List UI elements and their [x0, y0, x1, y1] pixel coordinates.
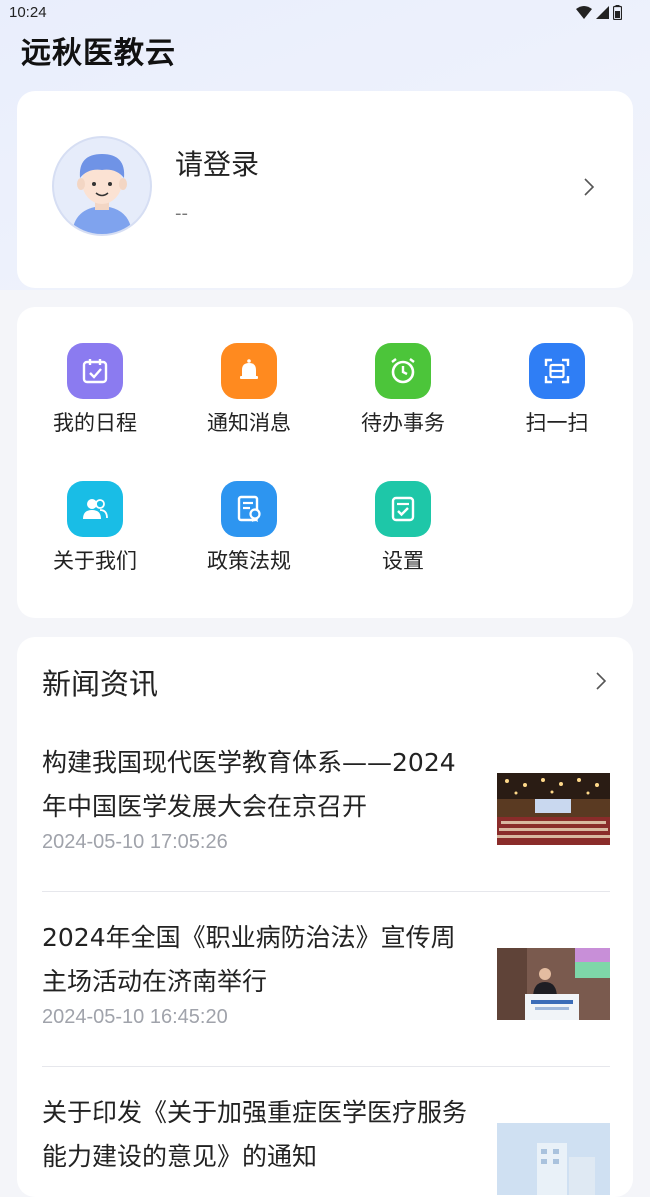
menu-item-todo[interactable]: 待办事务 — [343, 343, 463, 437]
people-icon — [67, 481, 123, 537]
news-thumbnail-hospital[interactable] — [497, 1123, 610, 1195]
news-card: 新闻资讯 构建我国现代医学教育体系——2024年中国医学发展大会在京召开 202… — [17, 637, 633, 1197]
news-headline[interactable]: 关于印发《关于加强重症医学医疗服务能力建设的意见》的通知 — [42, 1091, 472, 1179]
news-item[interactable]: 2024年全国《职业病防治法》宣传周主场活动在济南举行 2024-05-10 1… — [42, 916, 610, 1029]
signal-icon — [596, 6, 609, 19]
menu-label: 扫一扫 — [525, 411, 589, 435]
menu-item-scan[interactable]: 扫一扫 — [497, 343, 617, 437]
bell-icon — [221, 343, 277, 399]
battery-icon — [613, 5, 622, 20]
wifi-icon — [576, 6, 592, 19]
news-headline[interactable]: 构建我国现代医学教育体系——2024年中国医学发展大会在京召开 — [42, 741, 472, 829]
profile-subtitle: -- — [175, 203, 188, 224]
menu-item-about[interactable]: 关于我们 — [35, 481, 155, 575]
menu-item-schedule[interactable]: 我的日程 — [35, 343, 155, 437]
scan-icon — [529, 343, 585, 399]
settings-edit-icon — [375, 481, 431, 537]
menu-item-settings[interactable]: 设置 — [343, 481, 463, 575]
quick-menu-card: 我的日程 通知消息 待办事务 扫一扫 关于我们 政策法规 设置 — [17, 307, 633, 618]
news-item[interactable]: 构建我国现代医学教育体系——2024年中国医学发展大会在京召开 2024-05-… — [42, 741, 610, 854]
divider — [42, 1066, 610, 1067]
status-bar: 10:24 — [0, 0, 650, 26]
chevron-right-icon[interactable] — [583, 177, 595, 197]
profile-card[interactable]: 请登录 -- — [17, 91, 633, 288]
status-time: 10:24 — [9, 4, 47, 21]
login-prompt[interactable]: 请登录 — [175, 143, 259, 183]
status-icons — [576, 5, 622, 20]
menu-item-notifications[interactable]: 通知消息 — [189, 343, 309, 437]
divider — [42, 891, 610, 892]
menu-label: 待办事务 — [361, 411, 445, 435]
news-item[interactable]: 关于印发《关于加强重症医学医疗服务能力建设的意见》的通知 — [42, 1091, 610, 1195]
avatar[interactable] — [52, 136, 152, 236]
news-thumbnail-conference[interactable] — [497, 773, 610, 845]
alarm-clock-icon — [375, 343, 431, 399]
menu-label: 关于我们 — [53, 549, 137, 573]
app-title: 远秋医教云 — [21, 36, 176, 71]
chevron-right-icon[interactable] — [595, 671, 607, 691]
menu-label: 政策法规 — [207, 549, 291, 573]
calendar-icon — [67, 343, 123, 399]
menu-label: 通知消息 — [207, 411, 291, 435]
news-section-title: 新闻资讯 — [42, 667, 159, 701]
news-thumbnail-speaker[interactable] — [497, 948, 610, 1020]
user-avatar-icon — [72, 154, 132, 234]
news-headline[interactable]: 2024年全国《职业病防治法》宣传周主场活动在济南举行 — [42, 916, 472, 1004]
document-certificate-icon — [221, 481, 277, 537]
menu-item-policy[interactable]: 政策法规 — [189, 481, 309, 575]
menu-label: 设置 — [382, 549, 424, 573]
menu-label: 我的日程 — [53, 411, 137, 435]
